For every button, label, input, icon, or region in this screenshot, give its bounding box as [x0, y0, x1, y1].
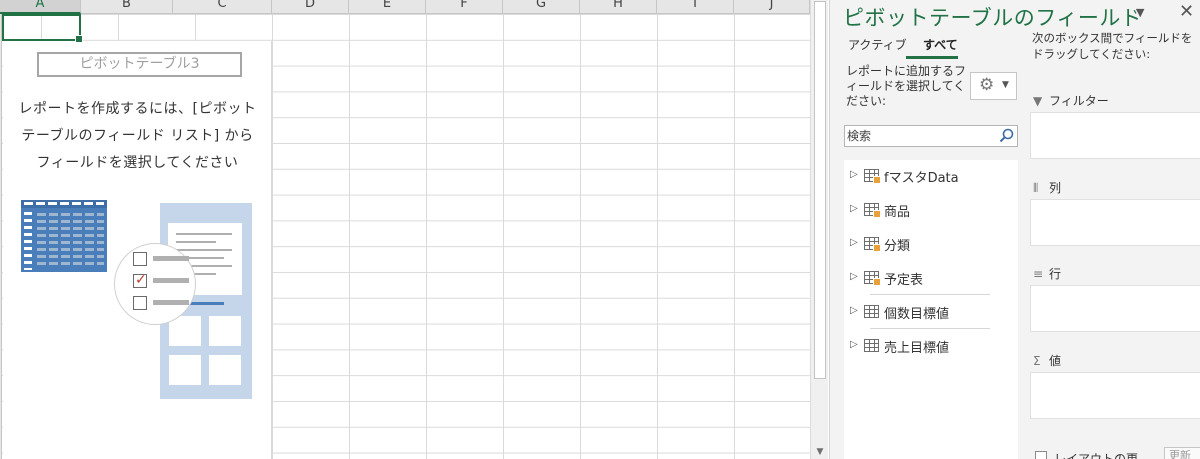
field-search[interactable]	[844, 125, 1018, 147]
column-header-a[interactable]: A	[0, 0, 81, 14]
column-header-i[interactable]: I	[657, 0, 734, 14]
filters-area-heading: ▼ フィルター	[1033, 92, 1109, 109]
defer-layout-update-checkbox[interactable]	[1035, 451, 1047, 459]
expand-triangle-icon[interactable]: ▷	[850, 169, 858, 180]
dropdown-caret-icon: ▼	[1002, 80, 1009, 90]
row-header-strip[interactable]	[0, 14, 2, 459]
area-label: 行	[1049, 267, 1062, 281]
column-header-g[interactable]: G	[503, 0, 580, 14]
values-drop-area[interactable]	[1030, 372, 1200, 419]
tab-active[interactable]: アクティブ	[848, 36, 907, 53]
field-item[interactable]: ▷ 個数目標値	[844, 298, 1018, 326]
search-icon[interactable]	[999, 128, 1014, 143]
table-icon	[864, 237, 881, 252]
filter-icon: ▼	[1033, 94, 1043, 108]
pane-close-icon[interactable]: ✕	[1179, 1, 1194, 22]
pivot-instruction-line: フィールドを選択してください	[36, 155, 239, 171]
table-icon	[864, 271, 881, 286]
field-item[interactable]: ▷ 予定表	[844, 264, 1018, 292]
choose-fields-label: レポートに追加するフィールドを選択してください:	[846, 64, 967, 108]
area-label: 列	[1049, 181, 1062, 195]
rows-area-heading: ≡ 行	[1033, 265, 1061, 282]
area-label: フィルター	[1049, 94, 1109, 108]
column-header-c[interactable]: C	[173, 0, 272, 14]
table-illustration-icon	[21, 200, 107, 272]
field-label: 個数目標値	[884, 307, 950, 322]
active-cell-a1[interactable]	[2, 14, 83, 43]
expand-triangle-icon[interactable]: ▷	[850, 305, 858, 316]
column-header-e[interactable]: E	[349, 0, 426, 14]
expand-triangle-icon[interactable]: ▷	[850, 237, 858, 248]
tab-all[interactable]: すべて	[923, 36, 958, 53]
rows-icon: ≡	[1033, 267, 1044, 281]
field-group-divider	[870, 294, 990, 295]
excel-window: A B C D E F G H I J ピボットテーブル3 レポートを作成するに…	[0, 0, 1200, 459]
field-label: 売上目標値	[884, 341, 950, 356]
filters-drop-area[interactable]	[1030, 112, 1200, 159]
drag-instruction-label: 次のボックス間でフィールドをドラッグしてください:	[1032, 31, 1193, 61]
field-label: 予定表	[884, 273, 924, 288]
column-header-b[interactable]: B	[81, 0, 173, 14]
field-label: 商品	[884, 205, 911, 220]
field-checklist-illustration-icon: ✓	[114, 243, 196, 325]
expand-triangle-icon[interactable]: ▷	[850, 271, 858, 282]
columns-drop-area[interactable]	[1030, 199, 1200, 246]
field-item[interactable]: ▷ 商品	[844, 196, 1018, 224]
scrollbar-thumb[interactable]	[814, 1, 826, 379]
pivot-field-list-pane: ピボットテーブルのフィールド ▼ ✕ アクティブ すべて レポートに追加するフィ…	[829, 0, 1200, 459]
field-item[interactable]: ▷ fマスタData	[844, 162, 1018, 190]
table-icon	[864, 305, 879, 318]
area-label: 値	[1049, 354, 1062, 368]
expand-triangle-icon[interactable]: ▷	[850, 203, 858, 214]
active-tab-indicator	[906, 56, 958, 59]
field-item[interactable]: ▷ 分類	[844, 230, 1018, 258]
values-area-heading: Σ値	[1033, 352, 1061, 369]
column-headers: A B C D E F G H I J	[0, 0, 810, 14]
column-header-f[interactable]: F	[426, 0, 503, 14]
search-input[interactable]	[847, 127, 997, 145]
pane-options-chevron-icon[interactable]: ▼	[1136, 6, 1144, 19]
columns-icon: ⦀	[1033, 181, 1039, 195]
table-icon	[864, 203, 881, 218]
tools-dropdown-button[interactable]: ⚙ ▼	[970, 72, 1017, 100]
defer-layout-update-label: レイアウトの更	[1054, 452, 1139, 459]
rows-drop-area[interactable]	[1030, 285, 1200, 332]
update-button[interactable]: 更新	[1164, 447, 1200, 459]
field-item[interactable]: ▷ 売上目標値	[844, 332, 1018, 360]
scroll-down-arrow-icon[interactable]: ▼	[814, 447, 826, 457]
table-icon	[864, 169, 881, 184]
column-header-d[interactable]: D	[272, 0, 349, 14]
pane-title: ピボットテーブルのフィールド	[843, 6, 1143, 30]
pivot-instructions: レポートを作成するには、[ピボット テーブルのフィールド リスト] から フィー…	[3, 96, 272, 177]
sigma-icon: Σ	[1033, 354, 1041, 368]
expand-triangle-icon[interactable]: ▷	[850, 339, 858, 350]
columns-area-heading: ⦀ 列	[1033, 179, 1061, 196]
pivot-instruction-line: テーブルのフィールド リスト] から	[21, 128, 254, 144]
field-list: ▷ fマスタData ▷ 商品 ▷ 分類 ▷ 予定表 ▷ 個数目標値 ▷ 売上目…	[844, 160, 1018, 459]
worksheet: A B C D E F G H I J ピボットテーブル3 レポートを作成するに…	[0, 0, 829, 459]
column-header-j[interactable]: J	[734, 0, 810, 14]
vertical-scrollbar[interactable]: ▼	[810, 0, 828, 459]
pivot-table-name: ピボットテーブル3	[37, 52, 242, 77]
field-label: 分類	[884, 239, 911, 254]
table-icon	[864, 339, 879, 352]
column-header-h[interactable]: H	[580, 0, 657, 14]
field-label: fマスタData	[884, 171, 959, 186]
field-group-divider	[870, 328, 990, 329]
pivot-instruction-line: レポートを作成するには、[ピボット	[18, 101, 257, 117]
gear-icon: ⚙	[979, 75, 995, 95]
